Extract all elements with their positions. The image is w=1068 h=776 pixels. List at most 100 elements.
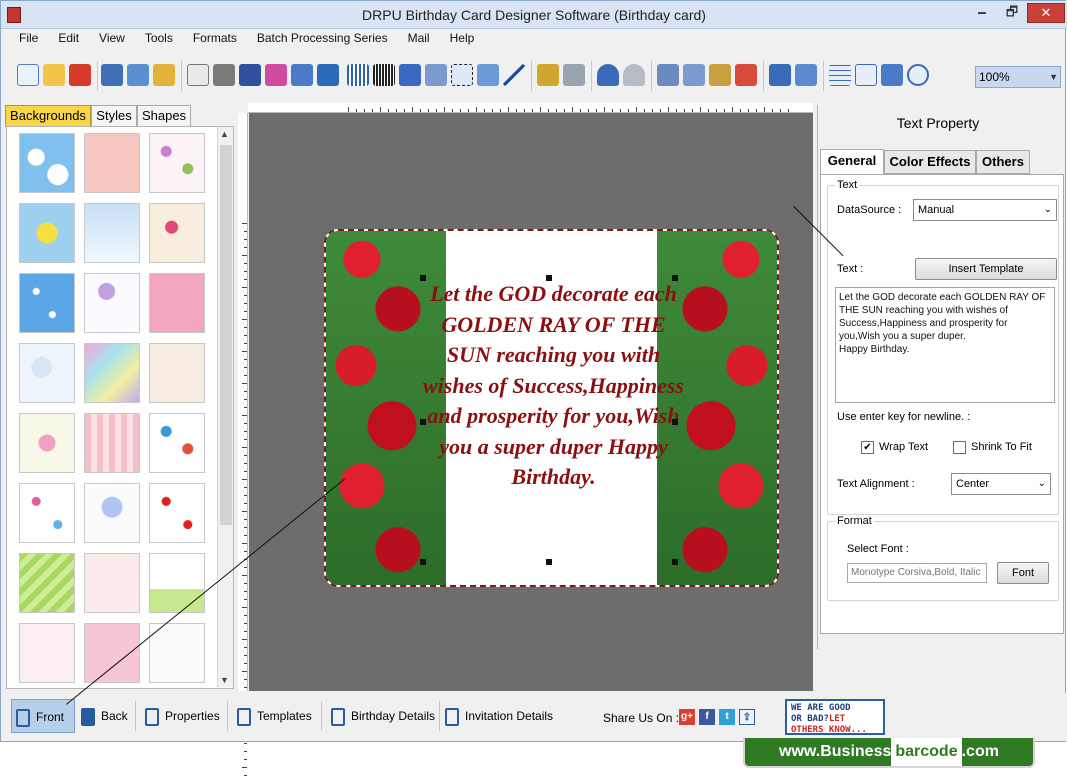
selection-handle[interactable] <box>672 559 678 565</box>
copy-object-icon[interactable] <box>265 64 287 86</box>
insert-template-button[interactable]: Insert Template <box>915 258 1057 280</box>
design-canvas[interactable]: Let the GOD decorate each GOLDEN RAY OF … <box>249 113 813 691</box>
pencil-icon[interactable] <box>291 64 313 86</box>
background-thumbnail[interactable] <box>19 203 75 263</box>
background-thumbnail[interactable] <box>84 553 140 613</box>
line-icon[interactable] <box>503 64 525 86</box>
tab-general[interactable]: General <box>820 149 884 175</box>
selection-handle[interactable] <box>420 275 426 281</box>
background-thumbnail[interactable] <box>19 623 75 683</box>
menu-formats[interactable]: Formats <box>183 29 247 47</box>
share-icon[interactable]: ⇪ <box>739 709 755 725</box>
background-thumbnail[interactable] <box>19 273 75 333</box>
templates-button[interactable]: Templates <box>237 699 312 733</box>
export-icon[interactable] <box>153 64 175 86</box>
selection-handle[interactable] <box>546 559 552 565</box>
background-thumbnail[interactable] <box>84 623 140 683</box>
background-thumbnail[interactable] <box>84 273 140 333</box>
save-icon[interactable] <box>101 64 123 86</box>
menu-help[interactable]: Help <box>440 29 485 47</box>
background-thumbnail[interactable] <box>149 413 205 473</box>
selection-handle[interactable] <box>672 419 678 425</box>
grid-icon[interactable] <box>829 64 851 86</box>
text-input[interactable]: Let the GOD decorate each GOLDEN RAY OF … <box>835 287 1055 403</box>
copy-icon[interactable] <box>683 64 705 86</box>
background-thumbnail[interactable] <box>19 133 75 193</box>
close-button[interactable]: ✕ <box>1027 3 1065 23</box>
paste-icon[interactable] <box>709 64 731 86</box>
font-color-icon[interactable] <box>425 64 447 86</box>
background-thumbnail[interactable] <box>84 133 140 193</box>
menu-edit[interactable]: Edit <box>48 29 89 47</box>
selection-handle[interactable] <box>420 559 426 565</box>
feedback-badge[interactable]: WE ARE GOOD OR BAD?LET OTHERS KNOW... <box>785 699 885 735</box>
background-thumbnail[interactable] <box>149 203 205 263</box>
print-icon[interactable] <box>213 64 235 86</box>
menu-file[interactable]: File <box>9 29 48 47</box>
tab-shapes[interactable]: Shapes <box>137 105 191 127</box>
font-button[interactable]: Font <box>997 562 1049 584</box>
selection-handle[interactable] <box>672 275 678 281</box>
card-message-text[interactable]: Let the GOD decorate each GOLDEN RAY OF … <box>421 279 686 493</box>
datasource-select[interactable]: Manual ⌄ <box>913 199 1057 221</box>
cut-icon[interactable] <box>657 64 679 86</box>
birthday-details-button[interactable]: Birthday Details <box>331 699 435 733</box>
scroll-down-icon[interactable]: ▼ <box>220 675 229 685</box>
fit-icon[interactable] <box>881 64 903 86</box>
minimize-button[interactable]: 🗕 <box>967 3 997 23</box>
send-back-icon[interactable] <box>795 64 817 86</box>
delete-icon[interactable] <box>735 64 757 86</box>
bring-front-icon[interactable] <box>769 64 791 86</box>
shrink-to-fit-checkbox[interactable] <box>953 441 966 454</box>
tab-color-effects[interactable]: Color Effects <box>884 150 976 174</box>
back-button[interactable]: Back <box>81 699 128 733</box>
selection-handle[interactable] <box>420 419 426 425</box>
undo-icon[interactable] <box>597 64 619 86</box>
save-as-icon[interactable] <box>127 64 149 86</box>
font-field[interactable]: Monotype Corsiva,Bold, Italic <box>847 563 987 583</box>
tab-others[interactable]: Others <box>976 150 1030 174</box>
background-thumbnail[interactable] <box>149 273 205 333</box>
google-plus-icon[interactable]: g+ <box>679 709 695 725</box>
background-thumbnail[interactable] <box>149 133 205 193</box>
maximize-button[interactable]: 🗗 <box>997 3 1027 23</box>
menu-tools[interactable]: Tools <box>135 29 183 47</box>
redo-icon[interactable] <box>623 64 645 86</box>
zoom-icon[interactable] <box>907 64 929 86</box>
scroll-thumb[interactable] <box>220 145 232 525</box>
background-thumbnail[interactable] <box>19 343 75 403</box>
menu-mail[interactable]: Mail <box>398 29 440 47</box>
twitter-icon[interactable]: t <box>719 709 735 725</box>
barcode-icon[interactable] <box>347 64 369 86</box>
close-doc-icon[interactable] <box>69 64 91 86</box>
tab-styles[interactable]: Styles <box>91 105 137 127</box>
background-thumbnail[interactable] <box>84 483 140 543</box>
menu-view[interactable]: View <box>89 29 135 47</box>
background-thumbnail[interactable] <box>149 553 205 613</box>
layers-icon[interactable] <box>239 64 261 86</box>
zoom-select[interactable]: 100% ▼ <box>975 66 1061 88</box>
facebook-icon[interactable]: f <box>699 709 715 725</box>
menu-batch[interactable]: Batch Processing Series <box>247 29 398 47</box>
text-icon[interactable] <box>399 64 421 86</box>
background-thumbnail[interactable] <box>149 623 205 683</box>
print-preview-icon[interactable] <box>187 64 209 86</box>
barcode2-icon[interactable] <box>373 64 395 86</box>
signature-icon[interactable] <box>451 64 473 86</box>
background-thumbnail[interactable] <box>149 343 205 403</box>
image-icon[interactable] <box>317 64 339 86</box>
background-thumbnail[interactable] <box>19 413 75 473</box>
invitation-details-button[interactable]: Invitation Details <box>445 699 553 733</box>
open-icon[interactable] <box>43 64 65 86</box>
scroll-up-icon[interactable]: ▲ <box>220 129 229 139</box>
background-thumbnail[interactable] <box>19 553 75 613</box>
database-icon[interactable] <box>537 64 559 86</box>
properties-button[interactable]: Properties <box>145 699 220 733</box>
background-thumbnail[interactable] <box>19 483 75 543</box>
wrap-text-checkbox[interactable]: ✔ <box>861 441 874 454</box>
background-thumbnail[interactable] <box>84 413 140 473</box>
background-thumbnail[interactable] <box>84 343 140 403</box>
birthday-card[interactable]: Let the GOD decorate each GOLDEN RAY OF … <box>324 229 779 587</box>
mail-icon[interactable] <box>477 64 499 86</box>
selection-handle[interactable] <box>546 275 552 281</box>
